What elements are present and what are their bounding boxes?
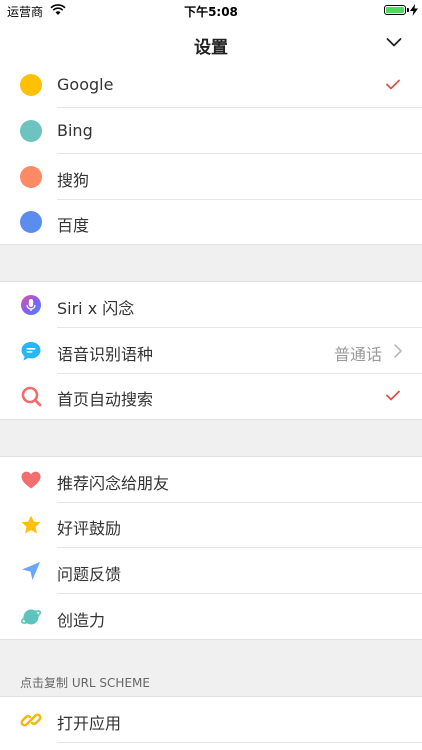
- page-title: 设置: [194, 38, 228, 58]
- search-engine-bing[interactable]: Bing: [0, 108, 422, 154]
- open-app-label: 打开应用: [57, 714, 122, 733]
- siri-row[interactable]: Siri x 闪念: [0, 282, 422, 328]
- siri-label: Siri x 闪念: [57, 299, 135, 318]
- feedback-row[interactable]: 问题反馈: [0, 548, 422, 594]
- divider: [57, 742, 422, 743]
- feedback-label: 问题反馈: [57, 565, 122, 584]
- search-icon: [21, 386, 42, 407]
- charging-bolt-icon: [410, 4, 418, 16]
- search-engine-google[interactable]: Google: [0, 62, 422, 108]
- battery-tip: [407, 8, 409, 12]
- search-engine-label: Google: [57, 75, 114, 94]
- navigation-bar: 设置: [0, 22, 422, 64]
- creativity-row[interactable]: 创造力: [0, 594, 422, 640]
- link-icon: [20, 713, 42, 727]
- search-engine-label: 搜狗: [57, 171, 90, 190]
- checkmark-icon: [386, 390, 400, 401]
- chat-bubble-icon: [21, 342, 41, 361]
- chevron-right-icon: [394, 344, 402, 358]
- color-dot-icon: [20, 120, 42, 142]
- section-gap: [0, 419, 422, 457]
- rate-label: 好评鼓励: [57, 519, 122, 538]
- star-icon: [21, 515, 41, 534]
- voice-language-row[interactable]: 语音识别语种 普通话: [0, 328, 422, 374]
- chevron-down-icon[interactable]: [386, 36, 402, 48]
- voice-language-value: 普通话: [333, 345, 382, 364]
- voice-language-label: 语音识别语种: [57, 345, 154, 364]
- rate-row[interactable]: 好评鼓励: [0, 502, 422, 548]
- search-engine-baidu[interactable]: 百度: [0, 199, 422, 245]
- send-icon: [22, 562, 40, 580]
- home-auto-search-label: 首页自动搜索: [57, 390, 154, 409]
- planet-icon: [20, 609, 42, 625]
- checkmark-icon: [386, 79, 400, 90]
- section-gap: [0, 244, 422, 282]
- status-bar: 运营商 下午5:08: [0, 0, 422, 22]
- creativity-label: 创造力: [57, 611, 106, 630]
- recommend-row[interactable]: 推荐闪念给朋友: [0, 457, 422, 503]
- search-engine-label: 百度: [57, 216, 90, 235]
- color-dot-icon: [20, 211, 42, 233]
- heart-icon: [21, 471, 41, 489]
- recommend-label: 推荐闪念给朋友: [57, 474, 170, 493]
- color-dot-icon: [20, 166, 42, 188]
- search-engine-sogou[interactable]: 搜狗: [0, 154, 422, 200]
- color-dot-icon: [20, 74, 42, 96]
- search-engine-label: Bing: [57, 121, 93, 140]
- siri-icon: [21, 295, 41, 315]
- clock: 下午5:08: [184, 5, 238, 19]
- url-scheme-header: 点击复制 URL SCHEME: [20, 676, 150, 690]
- open-app-row[interactable]: 打开应用: [0, 697, 422, 743]
- home-auto-search-row[interactable]: 首页自动搜索: [0, 373, 422, 419]
- battery-icon: [384, 5, 406, 15]
